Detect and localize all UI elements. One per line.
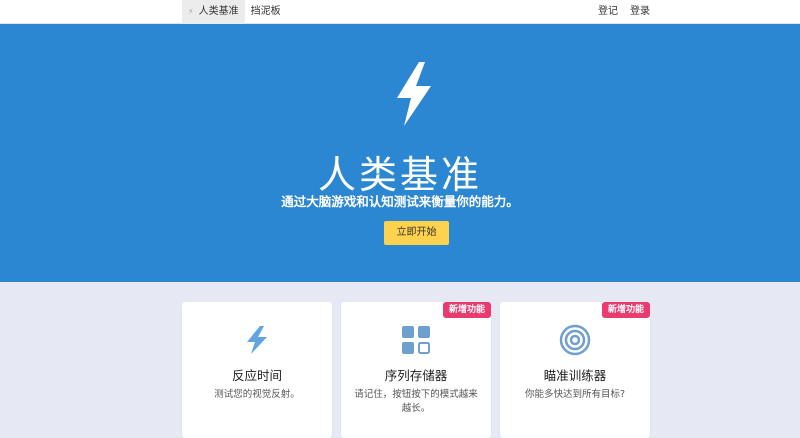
nav-left: ⚡︎ 人类基准 挡泥板 (182, 0, 287, 24)
nav-signup-link[interactable]: 登记 (586, 0, 618, 24)
lightning-bolt-icon (247, 326, 267, 354)
card-title: 序列存储器 (384, 368, 448, 383)
get-started-button[interactable]: 立即开始 (384, 221, 449, 245)
nav-home-label: 人类基准 (198, 6, 239, 17)
target-icon (559, 324, 591, 356)
nav-dashboard-link[interactable]: 挡泥板 (245, 0, 287, 24)
lightning-bolt-icon (397, 62, 431, 126)
grid-squares-icon (402, 326, 430, 354)
card-description: 你能多快达到所有目标? (524, 389, 626, 400)
card-description: 测试您的视觉反射。 (214, 389, 300, 400)
top-nav: ⚡︎ 人类基准 挡泥板 登记 登录 (0, 0, 800, 24)
new-feature-badge: 新增功能 (601, 302, 650, 318)
test-card-sequence-memory[interactable]: 新增功能 序列存储器 请记住，按钮按下的模式越来越长。 (341, 302, 491, 438)
nav-container: ⚡︎ 人类基准 挡泥板 登记 登录 (182, 0, 650, 24)
hero-subtitle: 通过大脑游戏和认知测试来衡量你的能力。 (281, 194, 519, 209)
test-card-reaction-time[interactable]: 反应时间 测试您的视觉反射。 (182, 302, 332, 438)
nav-home-link[interactable]: ⚡︎ 人类基准 (182, 0, 245, 24)
lightning-bolt-icon: ⚡︎ (188, 7, 194, 16)
nav-dashboard-label: 挡泥板 (250, 6, 281, 17)
nav-signup-label: 登记 (598, 6, 618, 17)
nav-right: 登记 登录 (586, 0, 650, 24)
card-description: 请记住，按钮按下的模式越来越长。 (354, 389, 478, 414)
hero-section: 人类基准 通过大脑游戏和认知测试来衡量你的能力。 立即开始 (0, 24, 800, 282)
card-title: 瞄准训练器 (543, 368, 607, 383)
new-feature-badge: 新增功能 (442, 302, 491, 318)
test-card-aim-trainer[interactable]: 新增功能 瞄准训练器 你能多快达到所有目标? (500, 302, 650, 438)
nav-login-link[interactable]: 登录 (618, 0, 650, 24)
card-title: 反应时间 (231, 368, 282, 383)
nav-login-label: 登录 (630, 6, 650, 17)
